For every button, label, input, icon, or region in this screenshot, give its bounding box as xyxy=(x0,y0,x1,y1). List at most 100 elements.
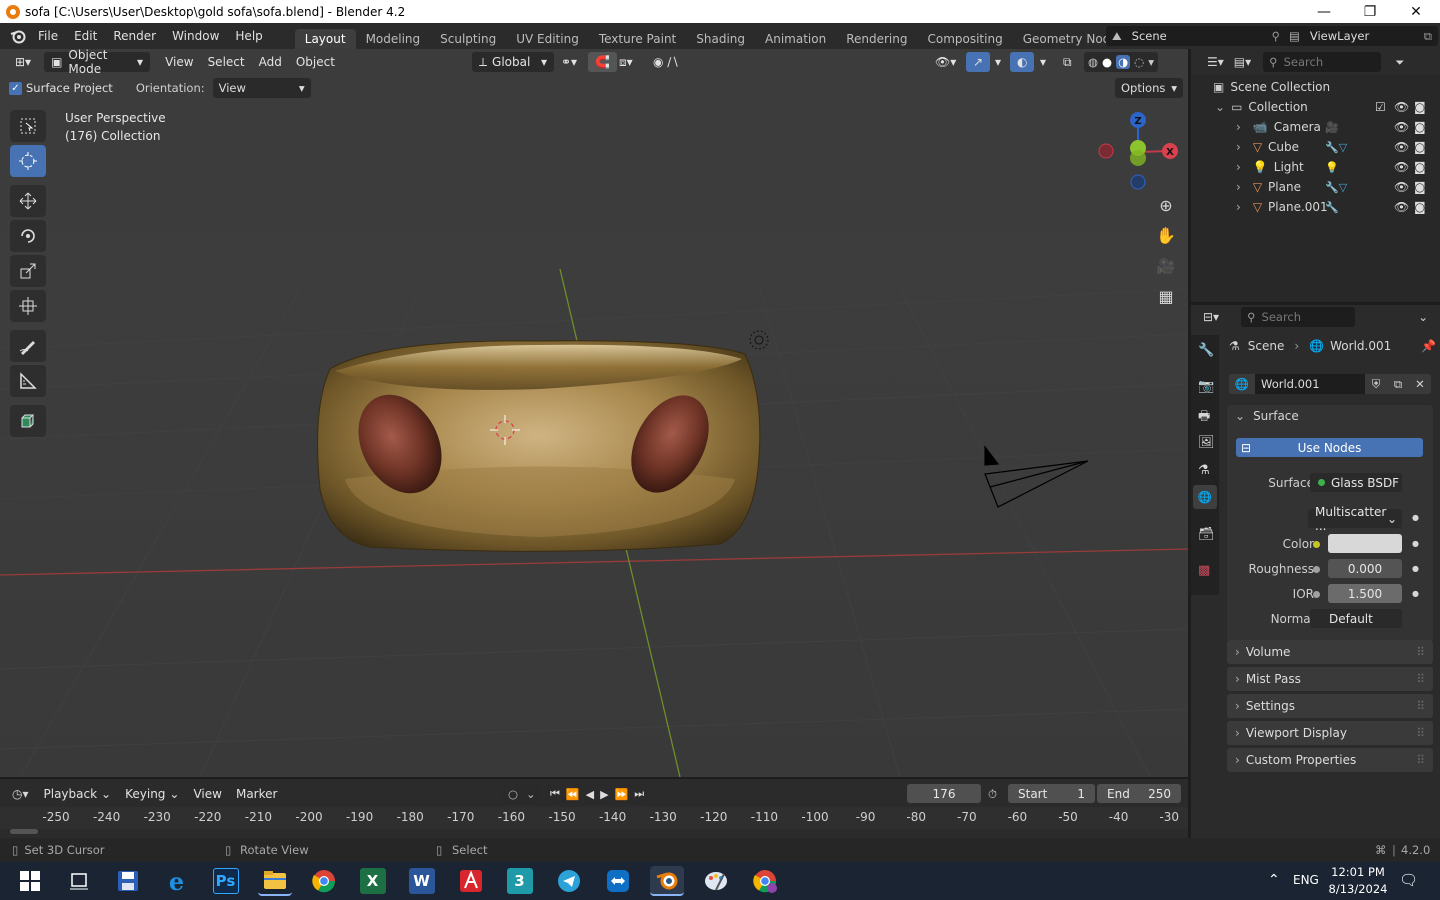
collection-tab-icon[interactable]: 🗃 xyxy=(1198,527,1215,542)
paint-icon[interactable] xyxy=(699,866,733,896)
minimize-button[interactable]: — xyxy=(1301,0,1347,23)
view-layer-tab-icon[interactable]: 🖼 xyxy=(1198,435,1215,450)
wrench-icon[interactable]: 🔧 xyxy=(1325,201,1339,214)
scene-tab-icon[interactable]: ⚗ xyxy=(1198,463,1210,478)
teamviewer-icon[interactable] xyxy=(601,866,635,896)
outliner-search-input[interactable]: ⚲ Search xyxy=(1263,52,1382,72)
menu-window[interactable]: Window xyxy=(164,29,227,43)
panel-custom-properties[interactable]: › Custom Properties ⠿ xyxy=(1227,748,1433,772)
play-icon[interactable]: ▶ xyxy=(600,788,608,801)
outliner-row-plane[interactable]: › ▽ Plane 🔧▽ 👁 ◙ xyxy=(1191,177,1440,197)
chevron-down-icon[interactable]: ▾ xyxy=(988,52,1008,72)
texture-tab-icon[interactable]: ▩ xyxy=(1198,563,1210,578)
snap-target-icon[interactable]: ⧈▾ xyxy=(612,52,640,72)
gizmo-neg-y-axis[interactable] xyxy=(1130,150,1146,166)
outliner-row-plane-001[interactable]: › ▽ Plane.001 🔧 👁 ◙ xyxy=(1191,197,1440,217)
world-name-field[interactable]: World.001 xyxy=(1255,374,1365,394)
rotate-tool[interactable] xyxy=(10,220,46,252)
wireframe-shading-icon[interactable]: ◍ xyxy=(1088,55,1098,69)
pin-icon[interactable]: ⚲ xyxy=(1272,29,1280,43)
blender-menu-icon[interactable] xyxy=(10,28,26,44)
xray-icon[interactable]: ⧉ xyxy=(1056,52,1079,72)
save-app-icon[interactable] xyxy=(111,866,145,896)
add-cube-tool[interactable] xyxy=(10,405,46,437)
options-dropdown[interactable]: Options ▾ xyxy=(1115,78,1183,98)
panel-settings[interactable]: › Settings ⠿ xyxy=(1227,694,1433,718)
acrobat-icon[interactable] xyxy=(454,866,488,896)
keyframe-dot-icon[interactable]: ● xyxy=(1412,513,1419,522)
drag-handle-icon[interactable]: ⠿ xyxy=(1416,753,1425,767)
cursor-tool[interactable] xyxy=(10,145,46,177)
timeline-ruler[interactable]: -250 -240 -230 -220 -210 -200 -190 -180 -170 -160… xyxy=(0,807,1188,829)
world-browse-icon[interactable]: 🌐 xyxy=(1229,374,1255,394)
editor-type-icon[interactable]: ⊞▾ xyxy=(8,52,38,72)
solid-shading-icon[interactable]: ● xyxy=(1102,55,1112,69)
3d-app-icon[interactable]: 3 xyxy=(503,866,537,896)
chevron-up-icon[interactable]: ⌃ xyxy=(1268,872,1280,888)
fake-user-shield-icon[interactable]: ⛨ xyxy=(1365,374,1387,394)
drag-handle-icon[interactable]: ⠿ xyxy=(1416,726,1425,740)
outliner-row-cube[interactable]: › ▽ Cube 🔧▽ 👁 ◙ xyxy=(1191,137,1440,157)
edge-icon[interactable]: e xyxy=(160,866,194,896)
chevron-down-icon[interactable]: ▾ xyxy=(1033,52,1053,72)
render-camera-icon[interactable]: ◙ xyxy=(1414,120,1426,134)
prev-keyframe-icon[interactable]: ⏪ xyxy=(566,788,580,801)
current-frame-field[interactable]: 176 xyxy=(907,784,981,803)
gizmo-icon[interactable]: ↗ xyxy=(966,52,991,72)
filter-icon[interactable]: ⏷ xyxy=(1395,55,1404,70)
gizmo-neg-z-axis[interactable] xyxy=(1130,174,1146,190)
bulb-icon[interactable]: 💡 xyxy=(1325,161,1339,174)
photoshop-icon[interactable]: Ps xyxy=(209,866,243,896)
mode-dropdown[interactable]: ▣ Object Mode ▾ xyxy=(44,49,151,76)
eye-icon[interactable]: 👁 xyxy=(1394,180,1409,194)
outliner-row-camera[interactable]: › 📹 Camera 🎥 👁 ◙ xyxy=(1191,117,1440,137)
tab-layout[interactable]: Layout xyxy=(294,29,356,49)
camera-data-icon[interactable]: 🎥 xyxy=(1325,121,1339,134)
distribution-dropdown[interactable]: Multiscatter ... ⌄ xyxy=(1308,505,1402,533)
chevron-down-icon[interactable]: ⌄ xyxy=(526,787,536,801)
3d-viewport[interactable]: ⊞▾ ▣ Object Mode ▾ View Select Add Objec… xyxy=(0,49,1188,777)
outliner-row-collection[interactable]: ⌄ ▭ Collection ☑ 👁 ◙ xyxy=(1191,97,1440,117)
telegram-icon[interactable] xyxy=(552,866,586,896)
transform-tool[interactable] xyxy=(10,290,46,322)
chevron-down-icon[interactable]: ▾ xyxy=(1148,55,1154,69)
menu-add[interactable]: Add xyxy=(252,52,289,72)
navigation-gizmo[interactable]: Z X xyxy=(1090,107,1180,197)
camera-object[interactable] xyxy=(984,445,1089,508)
menu-object[interactable]: Object xyxy=(289,52,342,72)
panel-volume[interactable]: › Volume ⠿ xyxy=(1227,640,1433,664)
gizmo-neg-x-axis[interactable] xyxy=(1098,143,1114,159)
drag-handle-icon[interactable]: ⠿ xyxy=(1416,672,1425,686)
output-tab-icon[interactable]: 🖶 xyxy=(1198,407,1210,429)
jump-end-icon[interactable]: ⏭ xyxy=(634,787,644,801)
color-swatch[interactable] xyxy=(1328,534,1402,553)
orientation-dropdown[interactable]: View ▾ xyxy=(212,78,311,98)
keyframe-dot-icon[interactable]: ● xyxy=(1412,539,1419,548)
keyframe-dot-icon[interactable]: ● xyxy=(1412,589,1419,598)
file-explorer-icon[interactable] xyxy=(257,866,292,896)
menu-edit[interactable]: Edit xyxy=(66,29,105,43)
render-camera-icon[interactable]: ◙ xyxy=(1414,140,1426,154)
ior-field[interactable]: 1.500 xyxy=(1328,584,1402,603)
material-shading-icon[interactable]: ◑ xyxy=(1116,55,1131,69)
eye-icon[interactable]: 👁 xyxy=(1394,140,1409,154)
measure-tool[interactable] xyxy=(10,365,46,397)
tab-modeling[interactable]: Modeling xyxy=(356,29,431,49)
pin-icon[interactable]: 📌 xyxy=(1421,339,1436,353)
end-frame-field[interactable]: End 250 xyxy=(1097,784,1181,803)
overlays-icon[interactable]: ◐ xyxy=(1010,52,1035,72)
play-reverse-icon[interactable]: ◀ xyxy=(586,788,594,801)
timeline-editor-icon[interactable]: ◷▾ xyxy=(12,787,29,801)
render-camera-icon[interactable]: ◙ xyxy=(1414,160,1426,174)
timeline-view-menu[interactable]: View xyxy=(186,784,228,804)
drag-handle-icon[interactable]: ⠿ xyxy=(1416,699,1425,713)
jump-start-icon[interactable]: ⏮ xyxy=(550,787,560,801)
scene-selector[interactable]: ⛰ Scene ⚲ xyxy=(1106,26,1286,46)
normal-field[interactable]: Default xyxy=(1310,609,1402,628)
tab-uv-editing[interactable]: UV Editing xyxy=(506,29,589,49)
outliner-row-scene-collection[interactable]: ▣ Scene Collection xyxy=(1191,77,1440,97)
chrome-profile-icon[interactable] xyxy=(748,866,782,896)
display-mode-icon[interactable]: ▤▾ xyxy=(1234,55,1251,69)
checkbox-icon[interactable]: ☑ xyxy=(1375,100,1386,114)
tool-tab-icon[interactable]: 🔧 xyxy=(1198,343,1214,358)
